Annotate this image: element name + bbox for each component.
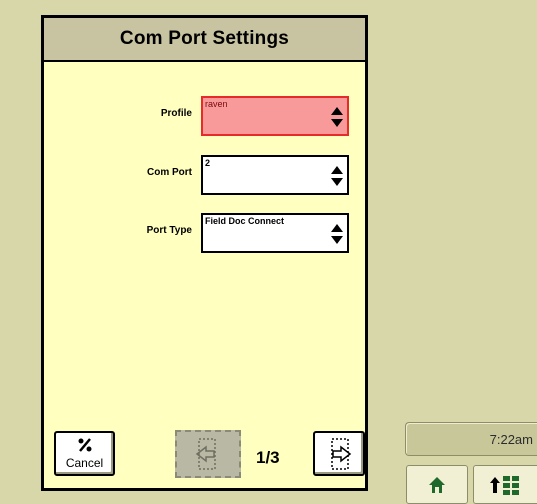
com-port-label: Com Port <box>147 167 192 178</box>
home-button[interactable] <box>406 465 468 504</box>
page-back-icon <box>195 438 216 470</box>
main-menu-button[interactable] <box>473 465 537 504</box>
clock-time: 7:22am <box>489 432 533 447</box>
up-down-spinner-icon[interactable] <box>330 106 344 128</box>
cancel-label: Cancel <box>65 456 104 470</box>
dialog-header: Com Port Settings <box>44 18 365 62</box>
profile-row: Profile raven <box>44 96 365 136</box>
port-type-row: Port Type Field Doc Connect <box>44 213 365 253</box>
profile-label: Profile <box>160 108 192 119</box>
up-down-spinner-icon[interactable] <box>330 223 344 245</box>
previous-page-button[interactable] <box>175 430 241 478</box>
up-arrow-grid-icon <box>489 475 519 495</box>
port-type-label: Port Type <box>146 225 192 236</box>
cancel-button[interactable]: Cancel <box>54 431 115 476</box>
page-forward-icon <box>331 437 352 470</box>
dialog-title: Com Port Settings <box>119 28 290 49</box>
com-port-select[interactable]: 2 <box>201 155 349 195</box>
screen: Com Port Settings Profile raven Com Port… <box>0 0 537 504</box>
port-type-select[interactable]: Field Doc Connect <box>201 213 349 253</box>
com-port-settings-dialog: Com Port Settings Profile raven Com Port… <box>41 15 368 491</box>
clock-display: 7:22am <box>405 422 537 456</box>
home-icon <box>429 476 445 493</box>
page-indicator: 1/3 <box>256 448 280 467</box>
up-down-spinner-icon[interactable] <box>330 165 344 187</box>
com-port-value: 2 <box>205 158 211 168</box>
profile-value: raven <box>205 99 228 109</box>
profile-select[interactable]: raven <box>201 96 349 136</box>
com-port-row: Com Port 2 <box>44 155 365 195</box>
next-page-button[interactable] <box>313 431 365 476</box>
port-type-value: Field Doc Connect <box>205 216 285 226</box>
slash-cancel-icon <box>76 437 94 456</box>
